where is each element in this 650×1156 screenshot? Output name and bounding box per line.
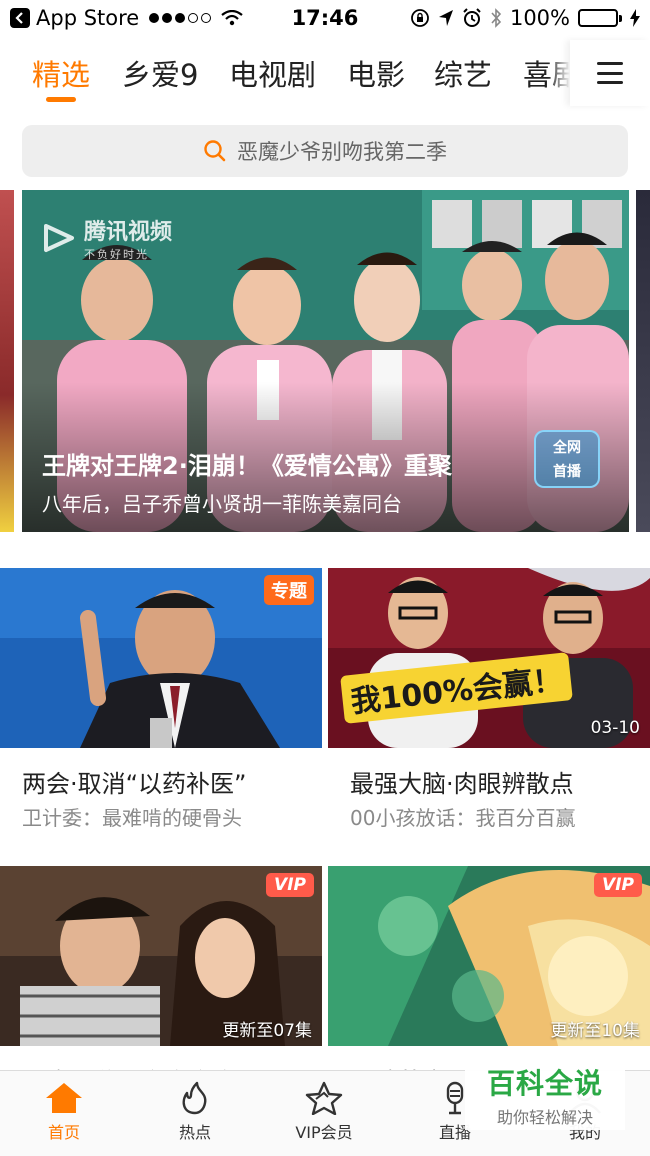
rotation-lock-icon (411, 9, 429, 27)
watermark-logo: 百科全说 助你轻松解决 (465, 1060, 625, 1130)
back-arrow-icon (10, 8, 30, 28)
card-subtitle: 卫计委：最难啃的硬骨头 (22, 806, 242, 830)
episode-update: 更新至10集 (550, 1021, 640, 1041)
video-card[interactable]: VIP 更新至07集 (0, 866, 322, 1046)
air-date: 03-10 (590, 718, 640, 738)
search-placeholder: 恶魔少爷别吻我第二季 (237, 140, 447, 164)
episode-update: 更新至07集 (222, 1021, 312, 1041)
banner-subtitle: 八年后，吕子乔曾小贤胡一菲陈美嘉同台 (42, 492, 402, 516)
tab-variety[interactable]: 综艺 (434, 52, 492, 94)
hamburger-menu-icon (597, 62, 623, 84)
back-to-app-button[interactable]: App Store (10, 6, 139, 30)
location-icon (438, 10, 453, 26)
status-bar: App Store 17:46 100% (0, 0, 650, 36)
home-icon (46, 1083, 82, 1113)
watermark-sub-text: 助你轻松解决 (496, 1108, 593, 1127)
charging-bolt-icon (630, 9, 640, 27)
vip-badge: VIP (266, 873, 314, 897)
watermark-main-text: 百科全说 (486, 1067, 603, 1100)
tab-xiangai9[interactable]: 乡爱9 (122, 52, 198, 94)
video-card[interactable]: VIP 更新至10集 (328, 866, 650, 1046)
battery-percent: 100% (509, 6, 570, 30)
topic-badge: 专题 (264, 575, 314, 605)
card-title: 最强大脑·肉眼辨散点 (350, 770, 574, 798)
tab-hot[interactable]: 热点 (135, 1081, 255, 1143)
vip-badge: VIP (594, 873, 642, 897)
banner-next-peek[interactable] (636, 190, 650, 532)
banner-prev-peek[interactable] (0, 190, 14, 532)
signal-strength-icon (149, 13, 212, 23)
banner-title: 王牌对王牌2·泪崩！《爱情公寓》重聚 (42, 452, 452, 480)
tab-movies[interactable]: 电影 (347, 52, 405, 94)
tab-vip-member[interactable]: VIP会员 (264, 1081, 384, 1143)
video-card[interactable]: 专题 两会·取消“以药补医” 卫计委：最难啃的硬骨头 (0, 568, 322, 848)
hero-banner[interactable]: 腾讯视频 不负好时光 全网 首播 王牌对王牌2·泪崩！《爱情公寓》重聚 八年后，… (22, 190, 629, 532)
category-menu-button[interactable] (570, 40, 650, 106)
tencent-video-logo: 腾讯视频 不负好时光 (42, 214, 172, 262)
card-title: 两会·取消“以药补医” (22, 770, 247, 798)
network-premiere-badge: 全网 首播 (534, 430, 600, 488)
category-tabs: 精选 乡爱9 电视剧 电影 综艺 喜剧 (0, 40, 650, 110)
tencent-video-logo-icon (44, 224, 74, 252)
tab-home[interactable]: 首页 (4, 1081, 124, 1143)
active-tab-indicator (46, 97, 76, 102)
alarm-icon (463, 8, 481, 27)
card-subtitle: 00小孩放话：我百分百赢 (350, 806, 576, 830)
battery-icon (578, 9, 622, 27)
video-card[interactable]: 我100%会赢！ 03-10 最强大脑·肉眼辨散点 00小孩放话：我百分百赢 (328, 568, 650, 848)
search-bar[interactable]: 恶魔少爷别吻我第二季 (22, 125, 628, 177)
tab-tv-series[interactable]: 电视剧 (229, 52, 316, 94)
vip-star-icon (305, 1081, 343, 1115)
flame-icon (182, 1081, 207, 1115)
search-icon (204, 140, 226, 162)
wifi-icon (221, 10, 243, 26)
bluetooth-icon (491, 8, 502, 28)
tab-featured[interactable]: 精选 (32, 52, 90, 94)
back-app-label: App Store (36, 6, 140, 30)
